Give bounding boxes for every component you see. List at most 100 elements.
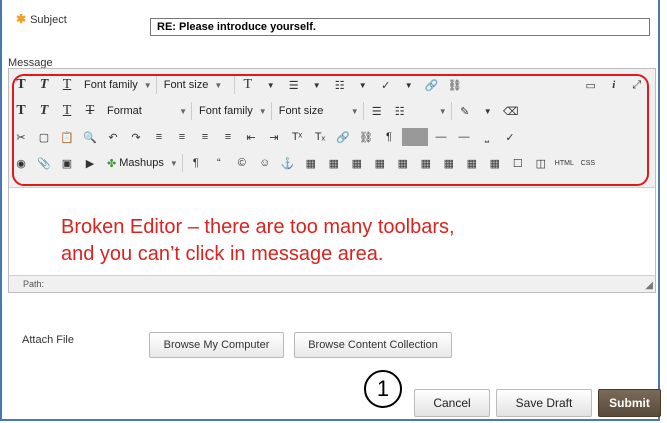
- nonbreaking-space-icon[interactable]: ⎵: [477, 127, 497, 147]
- path-label: Path:: [23, 279, 45, 289]
- annotation-line-1: Broken Editor – there are too many toolb…: [61, 216, 455, 238]
- subject-input[interactable]: RE: Please introduce yourself.: [150, 18, 650, 36]
- unlink-icon[interactable]: ⛓: [356, 127, 376, 147]
- paragraph-direction-icon[interactable]: ¶: [379, 127, 399, 147]
- spellcheck-icon[interactable]: ✓: [500, 127, 520, 147]
- quote-icon[interactable]: “: [209, 153, 229, 173]
- preview-icon[interactable]: ▭: [581, 75, 601, 95]
- redo-icon[interactable]: ↷: [126, 127, 146, 147]
- merge-cells-icon[interactable]: ◫: [531, 153, 551, 173]
- record-icon[interactable]: ◉: [11, 153, 31, 173]
- bullet-list-icon[interactable]: ☰: [284, 75, 304, 95]
- text-italic-icon[interactable]: T: [34, 75, 54, 95]
- emoticon-icon[interactable]: ☺: [255, 153, 275, 173]
- dropdown-arrow-icon[interactable]: ▼: [261, 75, 281, 95]
- table-cell-props-icon[interactable]: ▦: [347, 153, 367, 173]
- subscript-icon[interactable]: Tₓ: [310, 127, 330, 147]
- browse-my-computer-button[interactable]: Browse My Computer: [149, 332, 284, 358]
- css-icon[interactable]: CSS: [578, 153, 598, 173]
- dropdown-arrow-icon[interactable]: ▼: [399, 75, 419, 95]
- text-strikethrough-icon[interactable]: T: [80, 101, 100, 121]
- media-icon[interactable]: ▶: [80, 153, 100, 173]
- font-size-label: Font size: [278, 105, 324, 117]
- spellcheck-icon[interactable]: ✓: [376, 75, 396, 95]
- style-dropdown[interactable]: ▼: [413, 102, 452, 120]
- dropdown-arrow-icon[interactable]: ▼: [478, 101, 498, 121]
- annotation-line-2: and you can’t click in message area.: [61, 243, 384, 265]
- unlink-icon[interactable]: ⛓: [445, 75, 465, 95]
- table-row-props-icon[interactable]: ▦: [324, 153, 344, 173]
- toolbar-row-1: T T T Font family ▼ Font size ▼ T ▼ ☰ ▼ ☷ …: [11, 73, 647, 97]
- fullscreen-icon[interactable]: ⤢: [627, 75, 647, 95]
- paragraph-icon[interactable]: ¶: [186, 153, 206, 173]
- copyright-icon[interactable]: ©: [232, 153, 252, 173]
- html-source-icon[interactable]: HTML: [554, 153, 575, 173]
- eraser-icon[interactable]: ⌫: [501, 101, 521, 121]
- bullet-list-icon[interactable]: ☰: [367, 101, 387, 121]
- dropdown-arrow-icon: ▼: [143, 80, 152, 90]
- mashups-dropdown[interactable]: ✤ Mashups ▼: [103, 154, 183, 172]
- font-family-dropdown[interactable]: Font family ▼: [195, 102, 272, 120]
- insert-row-after-icon[interactable]: ▦: [393, 153, 413, 173]
- superscript-icon[interactable]: Tˣ: [287, 127, 307, 147]
- attachment-icon[interactable]: 📎: [34, 153, 54, 173]
- browse-content-collection-button[interactable]: Browse Content Collection: [294, 332, 452, 358]
- dropdown-arrow-icon[interactable]: ▼: [307, 75, 327, 95]
- resize-grip-icon[interactable]: ◢: [645, 280, 653, 291]
- split-cells-icon[interactable]: ☐: [508, 153, 528, 173]
- font-size-dropdown[interactable]: Font size ▼: [275, 102, 364, 120]
- message-editor: T T T Font family ▼ Font size ▼ T ▼ ☰ ▼ ☷ …: [8, 68, 656, 293]
- copy-icon[interactable]: ▢: [34, 127, 54, 147]
- font-size-dropdown[interactable]: Font size ▼: [160, 76, 235, 94]
- link-icon[interactable]: 🔗: [333, 127, 353, 147]
- dropdown-arrow-icon[interactable]: ▼: [353, 75, 373, 95]
- anchor-icon[interactable]: ⚓: [278, 153, 298, 173]
- format-dropdown[interactable]: Format ▼: [103, 102, 192, 120]
- indent-icon[interactable]: ⇥: [264, 127, 284, 147]
- submit-button[interactable]: Submit: [598, 389, 661, 417]
- numbered-list-icon[interactable]: ☷: [330, 75, 350, 95]
- insert-col-after-icon[interactable]: ▦: [462, 153, 482, 173]
- text-underline-icon[interactable]: T: [57, 101, 77, 121]
- horizontal-line-icon[interactable]: —: [454, 127, 474, 147]
- find-icon[interactable]: 🔍: [80, 127, 100, 147]
- paste-icon[interactable]: 📋: [57, 127, 77, 147]
- subject-label: ✱ Subject: [16, 12, 67, 26]
- toolbar-row-2: T T T T Format ▼ Font family ▼ Font size ▼ …: [11, 99, 521, 123]
- toolbar-row-4: ◉ 📎 ▣ ▶ ✤ Mashups ▼ ¶ “ © ☺ ⚓ ▦ ▦ ▦ ▦ ▦ ▦ …: [11, 151, 598, 175]
- insert-row-before-icon[interactable]: ▦: [370, 153, 390, 173]
- attach-file-label: Attach File: [22, 334, 74, 346]
- color-swatch-icon[interactable]: [402, 128, 428, 146]
- undo-icon[interactable]: ↶: [103, 127, 123, 147]
- font-family-dropdown[interactable]: Font family ▼: [80, 76, 157, 94]
- text-bold-icon[interactable]: T: [11, 75, 31, 95]
- align-right-icon[interactable]: ≡: [195, 127, 215, 147]
- cancel-button[interactable]: Cancel: [414, 389, 490, 417]
- dropdown-arrow-icon: ▼: [350, 106, 359, 116]
- align-left-icon[interactable]: ≡: [149, 127, 169, 147]
- delete-col-icon[interactable]: ▦: [485, 153, 505, 173]
- outdent-icon[interactable]: ⇤: [241, 127, 261, 147]
- insert-table-icon[interactable]: ▦: [301, 153, 321, 173]
- delete-row-icon[interactable]: ▦: [416, 153, 436, 173]
- message-body-area[interactable]: Broken Editor – there are too many toolb…: [9, 187, 655, 276]
- image-icon[interactable]: ▣: [57, 153, 77, 173]
- highlight-pen-icon[interactable]: ✎: [455, 101, 475, 121]
- numbered-list-icon[interactable]: ☷: [390, 101, 410, 121]
- align-center-icon[interactable]: ≡: [172, 127, 192, 147]
- text-bold-icon[interactable]: T: [11, 101, 31, 121]
- insert-col-before-icon[interactable]: ▦: [439, 153, 459, 173]
- text-italic-icon[interactable]: T: [34, 101, 54, 121]
- text-underline-icon[interactable]: T: [57, 75, 77, 95]
- dropdown-arrow-icon: ▼: [169, 158, 178, 168]
- editor-toolbars: T T T Font family ▼ Font size ▼ T ▼ ☰ ▼ ☷ …: [9, 69, 655, 187]
- text-color-icon[interactable]: T: [238, 75, 258, 95]
- align-justify-icon[interactable]: ≡: [218, 127, 238, 147]
- info-icon[interactable]: i: [604, 75, 624, 95]
- toolbar-row-3: ✂ ▢ 📋 🔍 ↶ ↷ ≡ ≡ ≡ ≡ ⇤ ⇥ Tˣ Tₓ 🔗 ⛓ ¶ — —: [11, 125, 520, 149]
- cut-icon[interactable]: ✂: [11, 127, 31, 147]
- form-frame: ✱ Subject RE: Please introduce yourself. …: [0, 0, 661, 421]
- link-icon[interactable]: 🔗: [422, 75, 442, 95]
- horizontal-rule-icon[interactable]: —: [431, 127, 451, 147]
- save-draft-button[interactable]: Save Draft: [496, 389, 592, 417]
